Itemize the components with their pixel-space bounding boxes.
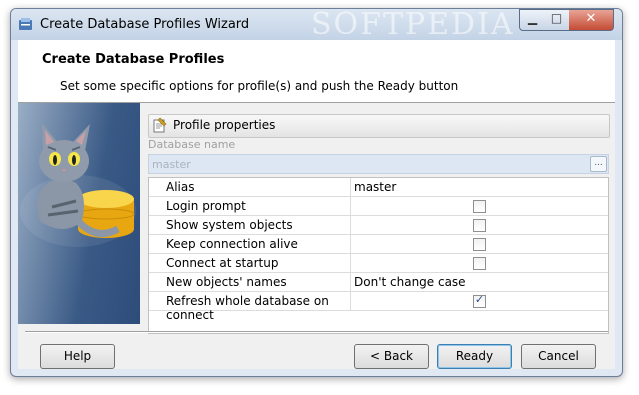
minimize-button[interactable]: ▁ [519, 9, 546, 31]
profile-properties-header: Profile properties [148, 114, 610, 138]
page-title: Create Database Profiles [42, 52, 225, 67]
back-button[interactable]: < Back [354, 344, 429, 369]
property-label: Alias [166, 180, 195, 194]
properties-icon [153, 117, 167, 133]
database-app-icon [19, 18, 32, 30]
cancel-button[interactable]: Cancel [521, 344, 596, 369]
help-button-label: Help [63, 349, 92, 363]
footer-divider [25, 331, 608, 333]
ready-button-label: Ready [455, 349, 494, 363]
keep-connection-alive-checkbox[interactable] [473, 238, 486, 251]
maximize-button[interactable]: □ [544, 9, 570, 31]
property-row-show-system-objects: Show system objects [149, 216, 608, 235]
group-title: Profile properties [173, 118, 276, 132]
property-row-keep-connection-alive: Keep connection alive [149, 235, 608, 254]
cancel-button-label: Cancel [538, 349, 579, 363]
title-bar[interactable]: Create Database Profiles Wizard SOFTPEDI… [11, 8, 622, 42]
alias-value: master [354, 180, 397, 194]
property-row-new-objects-names: New objects' names Don't change case [149, 273, 608, 292]
cat-mascot-icon [20, 123, 136, 247]
close-icon: ✕ [585, 11, 597, 26]
property-label: Keep connection alive [166, 237, 298, 251]
close-button[interactable]: ✕ [569, 9, 614, 31]
side-banner [18, 103, 140, 324]
login-prompt-checkbox[interactable] [473, 200, 486, 213]
property-row-alias: Alias master [149, 178, 608, 197]
property-label: New objects' names [166, 275, 287, 289]
properties-grid: Alias master Login prompt Show system ob… [148, 177, 609, 334]
page-subtitle: Set some specific options for profile(s)… [60, 79, 459, 93]
property-row-refresh-whole-database: Refresh whole database on connect ✓ [149, 292, 608, 322]
database-name-field[interactable]: master ... [148, 154, 609, 174]
property-label: Refresh whole database on connect [166, 294, 329, 322]
new-objects-names-value: Don't change case [354, 275, 466, 289]
property-row-connect-at-startup: Connect at startup [149, 254, 608, 273]
wizard-window: Create Database Profiles Wizard SOFTPEDI… [10, 8, 623, 377]
database-name-value: master [152, 158, 191, 171]
refresh-whole-database-checkbox[interactable]: ✓ [473, 293, 486, 308]
softpedia-watermark: SOFTPEDIA [311, 8, 515, 42]
property-label: Connect at startup [166, 256, 279, 270]
connect-at-startup-checkbox[interactable] [473, 257, 486, 270]
property-label: Show system objects [166, 218, 293, 232]
browse-database-button[interactable]: ... [590, 156, 607, 172]
maximize-icon: □ [550, 11, 563, 25]
help-button[interactable]: Help [40, 344, 115, 369]
back-button-label: < Back [369, 349, 413, 363]
checkmark-icon: ✓ [474, 293, 485, 306]
dialog-client-area: Create Database Profiles Set some specif… [18, 40, 615, 369]
alias-value-cell[interactable]: master [351, 178, 608, 197]
window-title: Create Database Profiles Wizard [40, 17, 250, 32]
property-row-login-prompt: Login prompt [149, 197, 608, 216]
ready-button[interactable]: Ready [437, 344, 512, 369]
database-name-label: Database name [148, 138, 236, 151]
minimize-icon: ▁ [527, 11, 538, 25]
show-system-objects-checkbox[interactable] [473, 219, 486, 232]
property-label: Login prompt [166, 199, 246, 213]
new-objects-names-value-cell[interactable]: Don't change case [351, 273, 608, 292]
wizard-header: Create Database Profiles Set some specif… [18, 40, 615, 103]
